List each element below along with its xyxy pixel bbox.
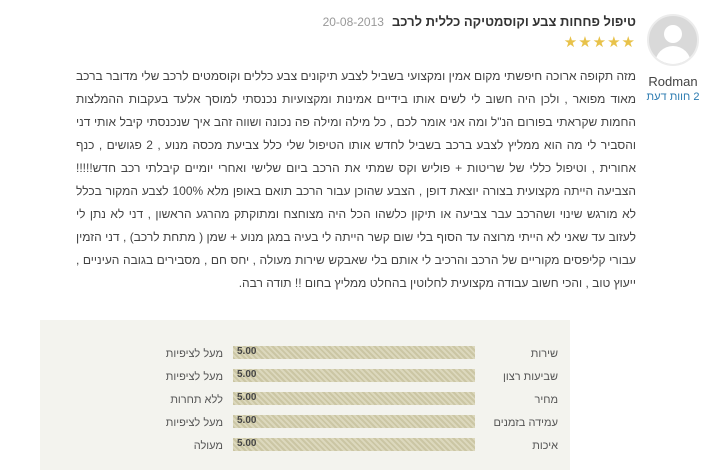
rating-description: מעל לציפיות (165, 371, 223, 383)
rating-label: עמידה בזמנים (493, 417, 558, 429)
rating-bar: 5.00 (233, 438, 475, 451)
rating-bar: 5.00 (233, 346, 475, 359)
avatar-head (664, 25, 682, 43)
reviewer-name[interactable]: Rodman (637, 74, 709, 89)
rating-label: שירות (530, 348, 558, 360)
rating-description: מעל לציפיות (165, 417, 223, 429)
review-header: טיפול פחחות צבע וקוסמטיקה כללית לרכב 20-… (40, 14, 636, 29)
star-rating-icon: ★★★★★ (563, 34, 636, 51)
rating-score: 5.00 (237, 415, 257, 426)
rating-bar-fill (233, 369, 475, 382)
rating-score: 5.00 (237, 346, 257, 357)
rating-label: שביעות רצון (503, 371, 558, 383)
rating-bar: 5.00 (233, 369, 475, 382)
rating-row: שירות 5.00 מעל לציפיות (40, 344, 570, 366)
reviewer-review-count[interactable]: 2 חוות דעת (637, 91, 709, 103)
review-body: מזה תקופה ארוכה חיפשתי מקום אמין ומקצועי… (76, 69, 637, 290)
avatar[interactable] (647, 14, 699, 66)
rating-score: 5.00 (237, 369, 257, 380)
rating-description: ללא תחרות (170, 394, 223, 406)
review-main: טיפול פחחות צבע וקוסמטיקה כללית לרכב 20-… (40, 14, 636, 295)
review-card: Rodman 2 חוות דעת טיפול פחחות צבע וקוסמט… (0, 0, 715, 470)
rating-description: מעולה (193, 440, 223, 452)
rating-row: שביעות רצון 5.00 מעל לציפיות (40, 367, 570, 389)
rating-bar-fill (233, 346, 475, 359)
ratings-box: שירות 5.00 מעל לציפיות שביעות רצון 5.00 … (40, 320, 570, 470)
rating-bar-fill (233, 415, 475, 428)
avatar-body (655, 46, 691, 64)
rating-score: 5.00 (237, 438, 257, 449)
rating-bar-fill (233, 392, 475, 405)
rating-score: 5.00 (237, 392, 257, 403)
rating-description: מעל לציפיות (165, 348, 223, 360)
rating-row: איכות 5.00 מעולה (40, 436, 570, 458)
rating-bar: 5.00 (233, 392, 475, 405)
review-date: 20-08-2013 (322, 15, 384, 29)
rating-bar: 5.00 (233, 415, 475, 428)
rating-row: עמידה בזמנים 5.00 מעל לציפיות (40, 413, 570, 435)
rating-label: איכות (532, 440, 558, 452)
rating-bar-fill (233, 438, 475, 451)
reviewer-panel: Rodman 2 חוות דעת (637, 14, 709, 103)
review-title[interactable]: טיפול פחחות צבע וקוסמטיקה כללית לרכב (392, 14, 636, 29)
rating-row: מחיר 5.00 ללא תחרות (40, 390, 570, 412)
rating-label: מחיר (534, 394, 558, 406)
